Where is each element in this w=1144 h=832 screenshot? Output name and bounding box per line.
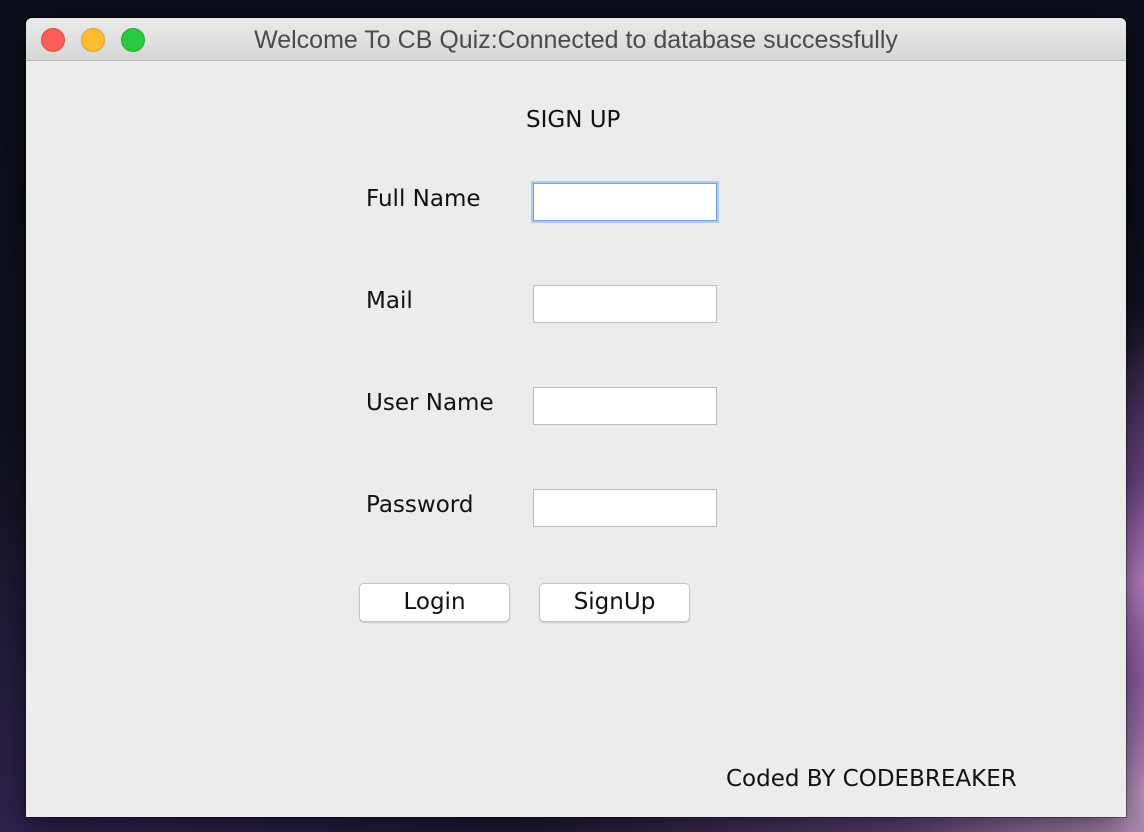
form-panel: SIGN UP Full Name Mail User Name Passwor… [26, 61, 1126, 817]
password-label: Password [366, 492, 474, 518]
login-button[interactable]: Login [359, 583, 510, 622]
window-title: Welcome To CB Quiz:Connected to database… [254, 26, 898, 54]
mail-label: Mail [366, 288, 413, 314]
signup-window: Welcome To CB Quiz:Connected to database… [26, 18, 1126, 817]
user-name-label: User Name [366, 390, 494, 416]
mail-input[interactable] [533, 285, 717, 323]
credit-label: Coded BY CODEBREAKER [726, 766, 1017, 792]
user-name-input[interactable] [533, 387, 717, 425]
full-name-input[interactable] [533, 183, 717, 221]
form-heading: SIGN UP [526, 107, 621, 133]
password-input[interactable] [533, 489, 717, 527]
signup-button[interactable]: SignUp [539, 583, 690, 622]
title-bar[interactable]: Welcome To CB Quiz:Connected to database… [26, 18, 1126, 61]
full-name-label: Full Name [366, 186, 481, 212]
